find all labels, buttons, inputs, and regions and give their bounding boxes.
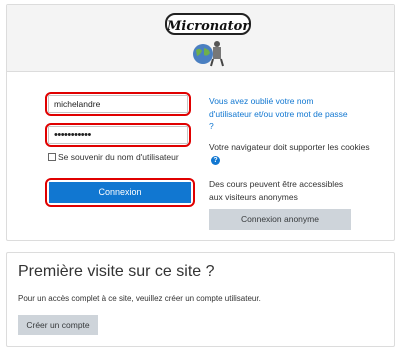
remember-label: Se souvenir du nom d'utilisateur: [58, 152, 179, 162]
username-highlight: michelandre: [45, 92, 191, 116]
forgot-password-link[interactable]: Vous avez oublié votre nom d'utilisateur…: [209, 95, 349, 133]
login-button-highlight: Connexion: [45, 178, 195, 207]
cookies-notice: Votre navigateur doit supporter les cook…: [209, 141, 379, 166]
password-highlight: •••••••••••: [45, 123, 191, 147]
cookies-text: Votre navigateur doit supporter les cook…: [209, 142, 370, 152]
site-logo: Micronator: [165, 13, 251, 35]
logo-globe-icon: [193, 41, 224, 67]
guest-access-text: Des cours peuvent être accessibles aux v…: [209, 179, 344, 202]
remember-username[interactable]: Se souvenir du nom d'utilisateur: [48, 152, 179, 162]
create-account-button[interactable]: Créer un compte: [18, 315, 98, 335]
first-visit-title: Première visite sur ce site ?: [18, 263, 215, 280]
logo-text: Micronator: [167, 19, 250, 34]
password-input[interactable]: •••••••••••: [48, 126, 188, 144]
login-button[interactable]: Connexion: [49, 182, 191, 203]
first-visit-text: Pour un accès complet à ce site, veuille…: [18, 294, 261, 303]
first-visit-card: Première visite sur ce site ? Pour un ac…: [6, 252, 395, 347]
guest-login-button[interactable]: Connexion anonyme: [209, 209, 351, 230]
remember-checkbox[interactable]: [48, 153, 56, 161]
username-input[interactable]: michelandre: [48, 95, 188, 113]
help-icon[interactable]: ?: [211, 155, 220, 165]
login-header: Micronator: [7, 5, 394, 72]
